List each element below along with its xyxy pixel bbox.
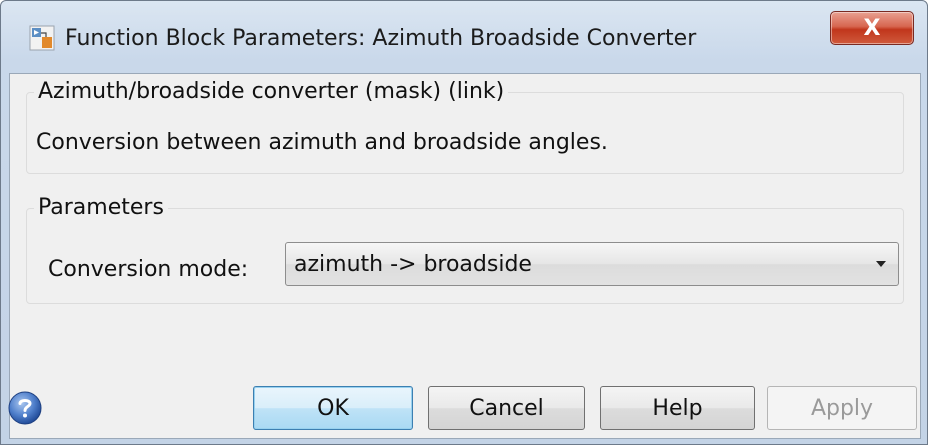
conversion-mode-select[interactable]: azimuth -> broadside — [285, 242, 899, 286]
close-icon: X — [863, 15, 881, 41]
help-question-icon[interactable] — [7, 390, 43, 426]
cancel-button[interactable]: Cancel — [428, 386, 585, 430]
parameters-group-legend: Parameters — [34, 195, 168, 220]
conversion-mode-label: Conversion mode: — [48, 257, 249, 282]
help-button[interactable]: Help — [600, 386, 755, 430]
simulink-block-icon — [29, 25, 55, 51]
dialog-window: Function Block Parameters: Azimuth Broad… — [0, 0, 928, 445]
apply-button[interactable]: Apply — [767, 386, 917, 430]
mask-group-legend: Azimuth/broadside converter (mask) (link… — [34, 79, 509, 104]
mask-description-text: Conversion between azimuth and broadside… — [36, 130, 608, 155]
chevron-down-icon — [876, 261, 886, 267]
conversion-mode-value: azimuth -> broadside — [294, 252, 532, 277]
close-button[interactable]: X — [830, 11, 914, 45]
title-bar[interactable]: Function Block Parameters: Azimuth Broad… — [1, 1, 927, 73]
ok-button[interactable]: OK — [253, 386, 413, 430]
window-title: Function Block Parameters: Azimuth Broad… — [65, 26, 697, 51]
